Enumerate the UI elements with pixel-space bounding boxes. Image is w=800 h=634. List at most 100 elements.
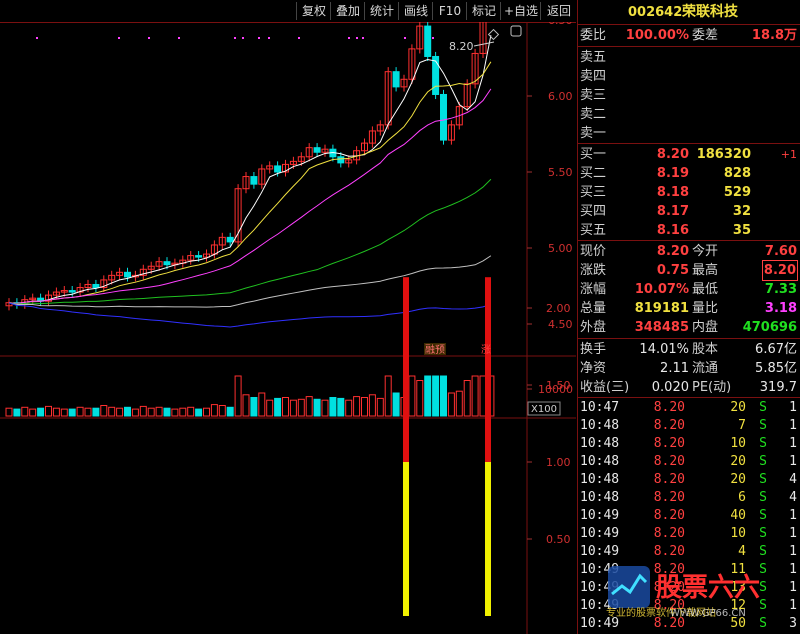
stock-header: 002642 荣联科技 — [578, 3, 800, 22]
tick-volume: 40 — [730, 508, 746, 523]
candle-body — [68, 290, 76, 293]
volume-bar — [203, 407, 210, 417]
sell-row[interactable]: 卖四 — [578, 67, 800, 86]
buy-label: 买五 — [580, 223, 607, 238]
volume-bar — [313, 398, 321, 417]
signal-dot — [362, 37, 364, 39]
stat-row: 现价 8.20 今开 7.60 — [578, 242, 800, 261]
volume-bar — [463, 380, 471, 417]
volume-bar — [13, 408, 21, 417]
volume-bar — [29, 408, 37, 417]
tick-row: 10:49 8.20 40 S 1 — [578, 507, 800, 525]
volume-bars — [5, 375, 495, 417]
tick-price: 8.20 — [653, 472, 685, 487]
sell-row[interactable]: 卖一 — [578, 124, 800, 143]
tick-side: S — [759, 490, 767, 505]
tick-row: 10:48 8.20 7 S 1 — [578, 417, 800, 435]
sell-label: 卖四 — [580, 69, 607, 84]
stock-name: 荣联科技 — [682, 4, 738, 20]
volume-bar — [329, 397, 337, 417]
stats-button[interactable]: 统计 — [364, 2, 399, 20]
tag-zhang[interactable]: 涨 — [481, 344, 491, 356]
fund-value-2: 319.7 — [759, 380, 797, 395]
tick-price: 8.20 — [653, 490, 685, 505]
last-price-leader — [473, 41, 495, 47]
buy-volume: 828 — [723, 166, 751, 181]
volume-bar — [108, 406, 116, 417]
sell-label: 卖二 — [580, 107, 607, 122]
mark-button[interactable]: 标记 — [466, 2, 501, 20]
sell-row[interactable]: 卖二 — [578, 105, 800, 124]
kline-chart[interactable]: 8.007.507.006.506.005.505.004.50100002.0… — [0, 22, 576, 634]
volume-bar — [171, 408, 179, 417]
buy-label: 买二 — [580, 166, 607, 181]
buy-row[interactable]: 买四 8.17 32 — [578, 202, 800, 221]
indicator-bars — [403, 277, 491, 616]
buy-row[interactable]: 买五 8.16 35 — [578, 221, 800, 240]
volume-bar — [76, 406, 84, 417]
stat-row: 总量 819181 量比 3.18 — [578, 299, 800, 318]
signal-dot — [234, 37, 236, 39]
tick-count: 1 — [789, 508, 797, 523]
signal-dot — [356, 37, 358, 39]
volume-bar — [21, 406, 29, 417]
signal-dot — [118, 37, 120, 39]
fund-label: 净资 — [580, 361, 607, 376]
fund-label: 收益(三) — [580, 380, 630, 395]
buy-row[interactable]: 买一 8.20 186320 +1 — [578, 145, 800, 164]
volume-bar — [68, 408, 76, 417]
f10-button[interactable]: F10 — [432, 2, 467, 20]
sell-row[interactable]: 卖五 — [578, 48, 800, 67]
stat-value: 819181 — [634, 301, 689, 316]
signal-dot — [258, 37, 260, 39]
last-price-label: 8.20 — [449, 40, 474, 53]
candle-body — [124, 271, 131, 278]
tick-price: 8.20 — [653, 508, 685, 523]
tick-volume: 20 — [730, 472, 746, 487]
volume-bar — [305, 396, 313, 417]
fund-value: 14.01% — [639, 342, 689, 357]
window-toggle-icon[interactable] — [510, 25, 522, 37]
tick-side: S — [759, 472, 767, 487]
volume-bar — [226, 406, 234, 417]
tick-price: 8.20 — [653, 454, 685, 469]
tick-count: 4 — [789, 472, 797, 487]
tick-time: 10:47 — [580, 400, 620, 415]
sell-row[interactable]: 卖三 — [578, 86, 800, 105]
add-favorite-button[interactable]: +自选 — [500, 2, 541, 20]
weibi-value: 100.00% — [625, 28, 689, 43]
volume-bar — [321, 399, 329, 417]
fuquan-button[interactable]: 复权 — [296, 2, 331, 20]
draw-button[interactable]: 画线 — [398, 2, 433, 20]
volume-bar — [440, 375, 447, 417]
signal-dot — [148, 37, 150, 39]
tick-time: 10:48 — [580, 490, 620, 505]
tick-count: 1 — [789, 436, 797, 451]
overlay-button[interactable]: 叠加 — [330, 2, 365, 20]
tick-time: 10:48 — [580, 418, 620, 433]
tick-volume: 20 — [730, 400, 746, 415]
volume-unit: X100 — [531, 404, 557, 415]
tag-rong-yu[interactable]: 融预 — [425, 344, 445, 356]
candle-body — [92, 283, 100, 289]
ma-line — [8, 178, 492, 305]
fund-value: 0.020 — [651, 380, 689, 395]
buy-row[interactable]: 买二 8.19 828 — [578, 164, 800, 183]
volume-bar — [447, 392, 455, 417]
volume-bar — [131, 408, 139, 417]
signal-dot — [432, 37, 434, 39]
volume-bar — [124, 406, 131, 417]
price-axis-label: 5.00 — [548, 242, 573, 255]
indicator-bar-yellow — [485, 462, 491, 616]
buy-volume: 529 — [723, 185, 751, 200]
volume-bar — [242, 394, 250, 417]
back-button[interactable]: 返回 — [540, 2, 577, 20]
indicator-bar-yellow — [403, 462, 409, 616]
tick-time: 10:48 — [580, 454, 620, 469]
stat-row: 涨幅 10.07% 最低 7.33 — [578, 280, 800, 299]
volume-bar — [218, 405, 226, 417]
candle-body — [250, 176, 258, 185]
stat-label-2: 最低 — [692, 282, 719, 297]
volume-bar — [163, 407, 171, 417]
buy-row[interactable]: 买三 8.18 529 — [578, 183, 800, 202]
